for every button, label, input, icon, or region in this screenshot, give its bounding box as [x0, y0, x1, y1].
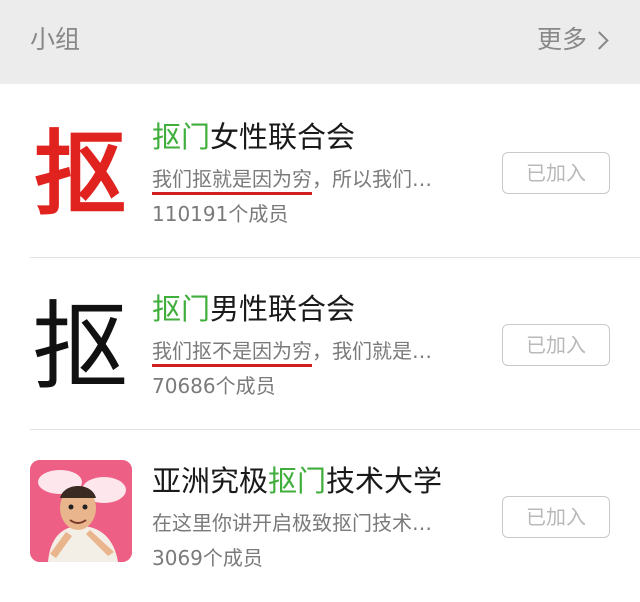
- cartoon-avatar-icon: [30, 460, 132, 562]
- group-description: 我们抠不是因为穷，我们就是…: [152, 337, 432, 367]
- more-label: 更多: [536, 25, 587, 54]
- description-rest: ，我们就是…: [312, 339, 432, 363]
- group-name-highlight: 抠门: [152, 120, 211, 154]
- group-name-rest: 男性联合会: [210, 292, 356, 326]
- group-name-prefix: 亚洲究极: [152, 464, 269, 498]
- group-avatar: 抠: [33, 119, 126, 228]
- group-item[interactable]: 亚洲究极抠门技术大学 在这里你讲开启极致抠门技术… 3069个成员 已加入: [0, 430, 640, 602]
- member-count: 110191个成员: [152, 202, 289, 226]
- group-name: 亚洲究极抠门技术大学: [152, 462, 442, 500]
- joined-button[interactable]: 已加入: [502, 152, 610, 194]
- group-avatar: 抠: [32, 290, 128, 403]
- section-title: 小组: [30, 25, 81, 54]
- group-name: 抠门女性联合会: [152, 118, 355, 156]
- joined-button[interactable]: 已加入: [502, 496, 610, 538]
- member-count: 70686个成员: [152, 374, 276, 398]
- more-link[interactable]: 更多: [536, 22, 609, 58]
- group-item[interactable]: 抠 抠门男性联合会 我们抠不是因为穷，我们就是… 70686个成员 已加入: [0, 258, 640, 430]
- description-rest: ，所以我们…: [312, 167, 432, 191]
- member-count: 3069个成员: [152, 546, 263, 570]
- group-name-highlight: 抠门: [268, 464, 327, 498]
- description-underlined: 我们抠就是因为穷: [152, 167, 312, 195]
- joined-button[interactable]: 已加入: [502, 324, 610, 366]
- group-name-rest: 女性联合会: [210, 120, 356, 154]
- group-description: 我们抠就是因为穷，所以我们…: [152, 165, 432, 195]
- group-name-rest: 技术大学: [326, 464, 443, 498]
- section-header: 小组 更多: [0, 0, 640, 84]
- group-avatar-image: [30, 460, 132, 562]
- chevron-right-icon: [590, 31, 609, 50]
- group-item[interactable]: 抠 抠门女性联合会 我们抠就是因为穷，所以我们… 110191个成员 已加入: [0, 86, 640, 258]
- group-name-highlight: 抠门: [152, 292, 211, 326]
- group-name: 抠门男性联合会: [152, 290, 355, 328]
- group-description: 在这里你讲开启极致抠门技术…: [152, 511, 432, 535]
- description-underlined: 我们抠不是因为穷: [152, 339, 312, 367]
